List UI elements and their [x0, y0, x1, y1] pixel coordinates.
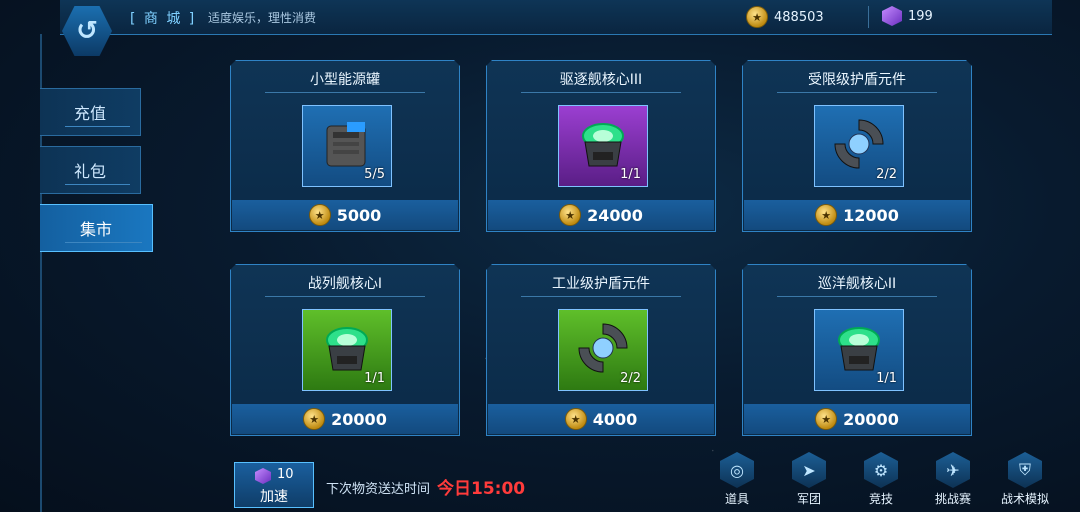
buy-price-button[interactable]: ★ 5000	[232, 200, 458, 230]
bottom-nav-items[interactable]: ◎ 道具	[707, 452, 767, 510]
item-price: 24000	[587, 205, 643, 225]
ship-core-icon	[317, 318, 377, 378]
shop-item-card[interactable]: 受限级护盾元件 2/2 ★ 12000	[742, 60, 972, 232]
title-divider	[521, 92, 681, 93]
item-name: 巡洋舰核心II	[817, 276, 897, 292]
shop-item-card[interactable]: 巡洋舰核心II 1/1 ★ 20000	[742, 264, 972, 436]
gold-coin-icon: ★	[815, 204, 837, 226]
item-stock-count: 1/1	[364, 371, 385, 386]
item-price: 5000	[336, 205, 382, 225]
title-divider	[777, 296, 937, 297]
bottom-nav-label: 军团	[796, 492, 821, 506]
energy-canister-icon	[317, 114, 377, 174]
item-icon-box: 1/1	[558, 105, 648, 187]
item-name: 小型能源罐	[310, 72, 380, 88]
title-divider	[265, 92, 425, 93]
shop-item-card[interactable]: 战列舰核心I 1/1 ★ 20000	[230, 264, 460, 436]
speed-up-count: 10	[277, 467, 294, 482]
shield-icon: ⛨	[1008, 452, 1042, 488]
sidebar-item-label: 充值	[73, 104, 106, 123]
item-icon-box: 1/1	[814, 309, 904, 391]
gold-currency: ★ 488503	[746, 6, 824, 28]
sidebar-item-recharge[interactable]: 充值	[40, 88, 141, 136]
gold-amount: 488503	[774, 9, 824, 25]
bottom-nav-label: 战术模拟	[1000, 492, 1049, 506]
item-price: 20000	[843, 409, 899, 429]
shop-item-card[interactable]: 驱逐舰核心III 1/1 ★ 24000	[486, 60, 716, 232]
shop-item-card[interactable]: 工业级护盾元件 2/2 ★ 4000	[486, 264, 716, 436]
gem-amount: 199	[908, 8, 933, 24]
item-name: 战列舰核心I	[307, 276, 383, 292]
sidebar-item-label: 集市	[79, 220, 112, 239]
speed-up-button[interactable]: 10 加速	[234, 462, 314, 508]
title-divider	[521, 296, 681, 297]
currency-divider	[868, 6, 869, 28]
sidebar-underline	[65, 126, 130, 127]
page-title: [ 商 城 ]	[130, 11, 197, 27]
gold-coin-icon: ★	[309, 204, 331, 226]
item-name: 受限级护盾元件	[808, 72, 906, 88]
buy-price-button[interactable]: ★ 4000	[488, 404, 714, 434]
gem-icon	[255, 468, 271, 484]
item-name: 工业级护盾元件	[552, 276, 650, 292]
gold-coin-icon: ★	[815, 408, 837, 430]
ship-icon: ➤	[792, 452, 826, 488]
planet-icon: ◎	[720, 452, 754, 488]
bottom-nav-arena[interactable]: ⚙ 竞技	[851, 452, 911, 510]
item-price: 20000	[331, 409, 387, 429]
item-stock-count: 5/5	[364, 167, 385, 182]
tagline: 适度娱乐，理性消费	[208, 11, 317, 25]
item-stock-count: 1/1	[876, 371, 897, 386]
shield-component-icon	[573, 318, 633, 378]
item-stock-count: 2/2	[876, 167, 897, 182]
ship-core-icon	[573, 114, 633, 174]
next-delivery-label: 下次物资送达时间	[326, 482, 431, 497]
bottom-nav-label: 道具	[724, 492, 749, 506]
item-price: 4000	[592, 409, 638, 429]
speed-up-label: 加速	[260, 489, 288, 505]
shield-component-icon	[829, 114, 889, 174]
gem-currency: 199	[882, 6, 933, 26]
buy-price-button[interactable]: ★ 20000	[744, 404, 970, 434]
shop-item-card[interactable]: 小型能源罐 5/5 ★ 5000	[230, 60, 460, 232]
item-price: 12000	[843, 205, 899, 225]
robot-arm-icon: ⚙	[864, 452, 898, 488]
next-delivery-time: 今日15:00	[437, 479, 526, 499]
title-divider	[265, 296, 425, 297]
bottom-nav-tactics[interactable]: ⛨ 战术模拟	[995, 452, 1055, 510]
gem-icon	[882, 6, 902, 26]
sidebar-item-gift-pack[interactable]: 礼包	[40, 146, 141, 194]
title-divider	[777, 92, 937, 93]
sidebar-item-market[interactable]: 集市	[40, 204, 153, 252]
buy-price-button[interactable]: ★ 24000	[488, 200, 714, 230]
sidebar-underline	[65, 242, 142, 243]
bottom-nav-label: 挑战赛	[934, 492, 971, 506]
gold-coin-icon: ★	[559, 204, 581, 226]
gold-coin-icon: ★	[565, 408, 587, 430]
item-stock-count: 1/1	[620, 167, 641, 182]
ship-core-icon	[829, 318, 889, 378]
gold-coin-icon: ★	[746, 6, 768, 28]
back-arrow-icon: ↺	[76, 16, 98, 46]
item-icon-box: 2/2	[558, 309, 648, 391]
gold-coin-icon: ★	[303, 408, 325, 430]
bottom-nav-legion[interactable]: ➤ 军团	[779, 452, 839, 510]
bottom-nav-challenge[interactable]: ✈ 挑战赛	[923, 452, 983, 510]
sidebar-underline	[65, 184, 130, 185]
buy-price-button[interactable]: ★ 20000	[232, 404, 458, 434]
item-stock-count: 2/2	[620, 371, 641, 386]
item-icon-box: 1/1	[302, 309, 392, 391]
bottom-nav-label: 竞技	[868, 492, 893, 506]
item-icon-box: 2/2	[814, 105, 904, 187]
item-name: 驱逐舰核心III	[559, 72, 643, 88]
item-icon-box: 5/5	[302, 105, 392, 187]
fighter-icon: ✈	[936, 452, 970, 488]
sidebar-item-label: 礼包	[73, 162, 106, 181]
buy-price-button[interactable]: ★ 12000	[744, 200, 970, 230]
